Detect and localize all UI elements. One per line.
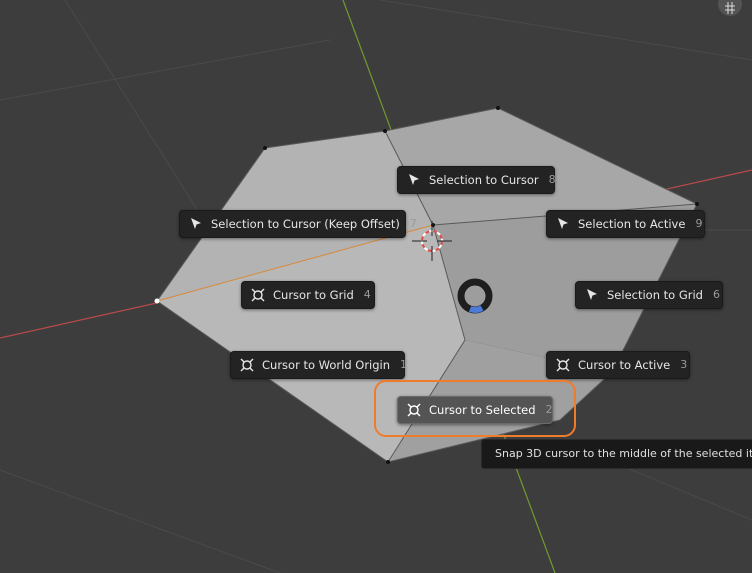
pie-item-hotkey: 1: [400, 358, 408, 371]
pie-direction-indicator: [456, 277, 494, 319]
pie-item-hotkey: 9: [695, 217, 703, 230]
pie-item-label: Selection to Grid: [607, 288, 703, 302]
tooltip-text: Snap 3D cursor to the middle of the sele…: [495, 447, 752, 460]
cursor-arrow-icon: [555, 216, 571, 232]
cursor-arrow-icon: [584, 287, 600, 303]
cursor-arrow-icon: [406, 172, 422, 188]
pie-item-hotkey: 8: [548, 173, 556, 186]
pie-item-label: Selection to Cursor (Keep Offset): [211, 217, 400, 231]
cursor-arrow-icon: [188, 216, 204, 232]
pie-item-label: Cursor to World Origin: [262, 358, 391, 372]
selected-vertex[interactable]: [154, 298, 160, 304]
pie-item-selection-to-active[interactable]: Selection to Active 9: [546, 210, 705, 238]
pie-item-hotkey: 3: [680, 358, 688, 371]
pie-item-label: Cursor to Grid: [273, 288, 354, 302]
3d-cursor-icon: [239, 357, 255, 373]
3d-cursor-icon: [555, 357, 571, 373]
pie-item-label: Cursor to Active: [578, 358, 671, 372]
pie-item-selection-to-grid[interactable]: Selection to Grid 6: [575, 281, 723, 309]
tooltip: Snap 3D cursor to the middle of the sele…: [481, 439, 752, 469]
highlight-annotation-ring: [374, 380, 576, 437]
pie-item-label: Selection to Cursor: [429, 173, 539, 187]
pie-item-hotkey: 4: [363, 288, 371, 301]
pie-item-cursor-to-grid[interactable]: Cursor to Grid 4: [241, 281, 375, 309]
pie-menu-title: Snap: [462, 258, 488, 269]
pie-item-label: Selection to Active: [578, 217, 686, 231]
pie-item-hotkey: 7: [409, 217, 417, 230]
grid-icon: [724, 2, 736, 14]
pie-item-cursor-to-active[interactable]: Cursor to Active 3: [546, 351, 690, 379]
pie-item-hotkey: 6: [713, 288, 720, 301]
3d-cursor-icon: [250, 287, 266, 303]
pie-item-selection-to-cursor[interactable]: Selection to Cursor 8: [397, 166, 556, 194]
pie-item-selection-to-cursor-keep-offset[interactable]: Selection to Cursor (Keep Offset) 7: [179, 210, 417, 238]
pie-item-cursor-to-world-origin[interactable]: Cursor to World Origin 1: [230, 351, 408, 379]
